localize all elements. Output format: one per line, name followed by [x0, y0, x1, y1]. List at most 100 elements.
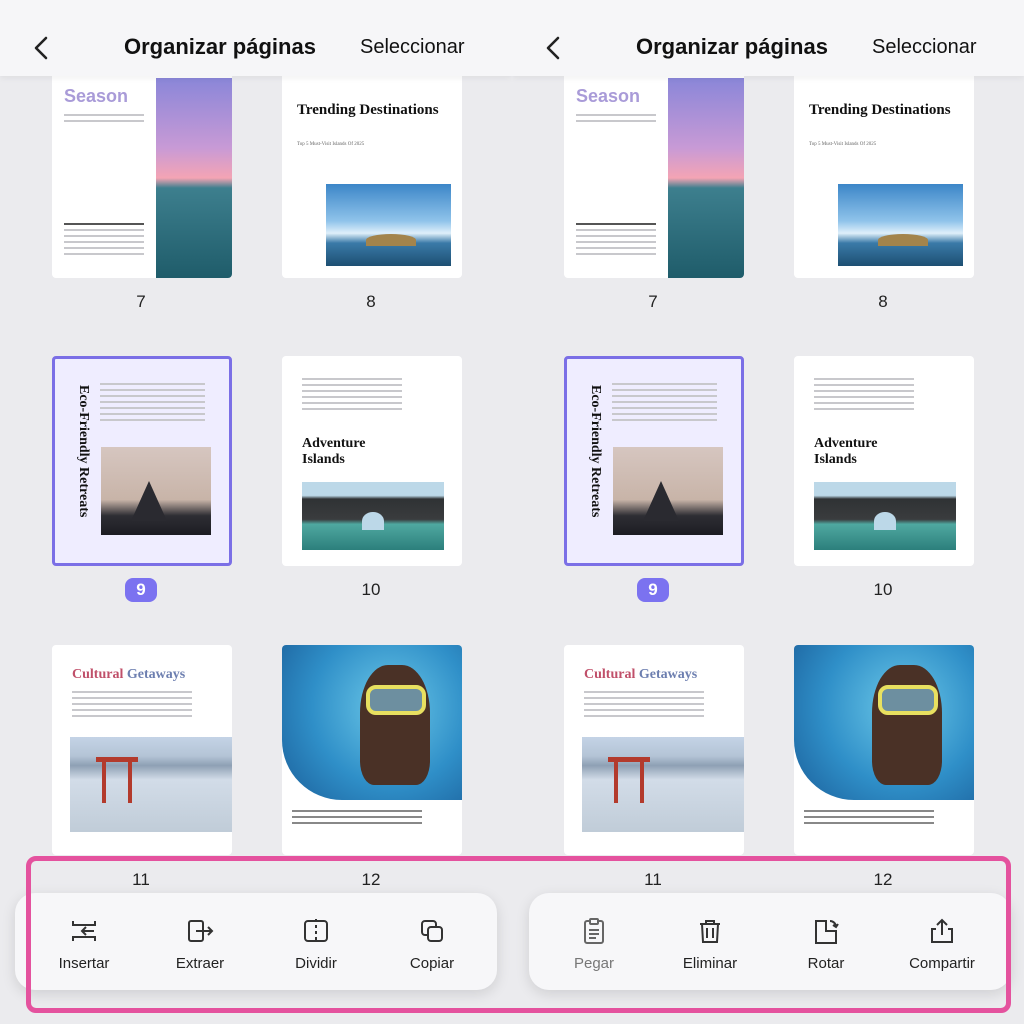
page-thumbnail-10-right[interactable]: Adventure Islands: [794, 356, 974, 566]
paste-label: Pegar: [573, 955, 615, 972]
page-10-text-lines: [302, 378, 402, 414]
rock-formation-image: [101, 447, 211, 535]
left-pane: Organizar páginas Seleccionar Season 7 T…: [0, 0, 512, 1024]
page-thumbnail-12-right[interactable]: [794, 645, 974, 855]
page-11-title-b-right: Getaways: [638, 667, 698, 682]
torii-gate-image: [70, 737, 232, 832]
page-7-title: Season: [64, 86, 129, 106]
share-button[interactable]: Compartir: [887, 893, 997, 990]
page-10-title: Adventure Islands: [302, 436, 366, 467]
page-7-text-lines-right: [576, 114, 656, 126]
page-number-8-right: 8: [878, 292, 888, 311]
page-10-title-right: Adventure Islands: [814, 436, 878, 467]
page-7-text-lines-bottom-right: [576, 223, 656, 259]
select-button-right[interactable]: Seleccionar: [872, 36, 977, 59]
page-number-11-right: 11: [644, 870, 662, 889]
split-button[interactable]: Dividir: [261, 893, 371, 990]
torii-gate-image-right: [582, 737, 744, 832]
page-9-title-right: Eco-Friendly Retreats: [588, 385, 603, 518]
page-number-9: 9: [125, 578, 157, 602]
trash-icon: [700, 920, 720, 943]
back-chevron-icon[interactable]: [32, 36, 52, 60]
split-icon: [304, 919, 328, 943]
page-7-title-right: Season: [576, 86, 641, 106]
page-title: Organizar páginas: [124, 34, 316, 59]
page-number-12-right: 12: [873, 870, 893, 889]
page-number-11: 11: [132, 870, 150, 889]
page-thumbnail-11-right[interactable]: Cultural Getaways: [564, 645, 744, 855]
page-thumbnail-8-right[interactable]: Trending Destinations Top 5 Must-Visit I…: [794, 68, 974, 278]
toolbar-right: Pegar Eliminar Rotar Compartir: [529, 893, 1011, 990]
copy-label: Copiar: [409, 955, 455, 972]
page-number-9-right: 9: [637, 578, 669, 602]
page-11-title-a-right: Cultural: [584, 667, 636, 682]
next-row-strip: [0, 990, 512, 1024]
share-label: Compartir: [909, 955, 975, 972]
page-thumbnail-8[interactable]: Trending Destinations Top 5 Must-Visit I…: [282, 68, 462, 278]
rock-formation-image-right: [613, 447, 723, 535]
rotate-button[interactable]: Rotar: [771, 893, 881, 990]
page-9-text-lines: [100, 383, 205, 425]
page-thumbnail-9-right[interactable]: Eco-Friendly Retreats: [564, 356, 744, 566]
delete-label: Eliminar: [682, 955, 738, 972]
page-8-title-right: Trending Destinations: [809, 102, 951, 118]
screen: Organizar páginas Seleccionar Season 7 T…: [0, 0, 1024, 1024]
extract-label: Extraer: [175, 955, 225, 972]
page-7-text-lines: [64, 114, 144, 126]
page-8-title: Trending Destinations: [297, 102, 439, 118]
rotate-icon: [815, 920, 839, 944]
page-thumbnail-11[interactable]: Cultural Getaways: [52, 645, 232, 855]
page-12-text-lines-right: [804, 810, 934, 828]
page-number-10: 10: [361, 580, 381, 599]
page-number-12: 12: [361, 870, 381, 889]
page-number-10-right: 10: [873, 580, 893, 599]
extract-button[interactable]: Extraer: [145, 893, 255, 990]
paste-button[interactable]: Pegar: [539, 893, 649, 990]
page-11-title: Cultural Getaways: [72, 667, 185, 683]
page-11-title-b: Getaways: [126, 667, 186, 682]
page-thumbnail-7[interactable]: Season: [52, 68, 232, 278]
page-number-7: 7: [136, 292, 146, 311]
right-pane: Organizar páginas Seleccionar Season 7 T…: [512, 0, 1024, 1024]
page-9-title: Eco-Friendly Retreats: [76, 385, 91, 518]
page-7-text-lines-bottom: [64, 223, 144, 259]
toolbar-left: Insertar Extraer Dividir Copiar: [15, 893, 497, 990]
page-9-text-lines-right: [612, 383, 717, 425]
page-number-7-right: 7: [648, 292, 658, 311]
page-number-8: 8: [366, 292, 376, 311]
delete-button[interactable]: Eliminar: [655, 893, 765, 990]
copy-button[interactable]: Copiar: [377, 893, 487, 990]
page-11-text-lines-right: [584, 691, 704, 721]
snorkeler-image: [282, 645, 462, 800]
insert-icon: [72, 921, 96, 941]
page-11-title-a: Cultural: [72, 667, 124, 682]
page-8-subtitle-right: Top 5 Must-Visit Islands Of 2025: [809, 142, 877, 147]
insert-button[interactable]: Insertar: [29, 893, 139, 990]
select-button[interactable]: Seleccionar: [360, 36, 465, 59]
island-image-right: [838, 184, 963, 266]
extract-icon: [188, 920, 214, 942]
insert-label: Insertar: [58, 955, 110, 972]
sunset-ocean-image-right: [668, 78, 744, 278]
page-title-right: Organizar páginas: [636, 34, 828, 59]
page-thumbnail-7-right[interactable]: Season: [564, 68, 744, 278]
back-chevron-icon-right[interactable]: [544, 36, 564, 60]
rock-arch-image-right: [814, 482, 956, 550]
page-thumbnail-9[interactable]: Eco-Friendly Retreats: [52, 356, 232, 566]
rock-arch-image: [302, 482, 444, 550]
top-bar-right: Organizar páginas Seleccionar: [512, 0, 1024, 76]
page-10-text-lines-right: [814, 378, 914, 414]
page-thumbnail-12[interactable]: [282, 645, 462, 855]
share-icon: [931, 918, 953, 943]
page-8-subtitle: Top 5 Must-Visit Islands Of 2025: [297, 142, 365, 147]
top-bar: Organizar páginas Seleccionar: [0, 0, 512, 76]
island-image: [326, 184, 451, 266]
next-row-strip-right: [512, 990, 1024, 1024]
snorkeler-image-right: [794, 645, 974, 800]
page-11-title-right: Cultural Getaways: [584, 667, 697, 683]
rotate-label: Rotar: [807, 955, 845, 972]
page-thumbnail-10[interactable]: Adventure Islands: [282, 356, 462, 566]
page-12-text-lines: [292, 810, 422, 828]
copy-icon: [421, 920, 443, 942]
split-label: Dividir: [295, 955, 337, 972]
